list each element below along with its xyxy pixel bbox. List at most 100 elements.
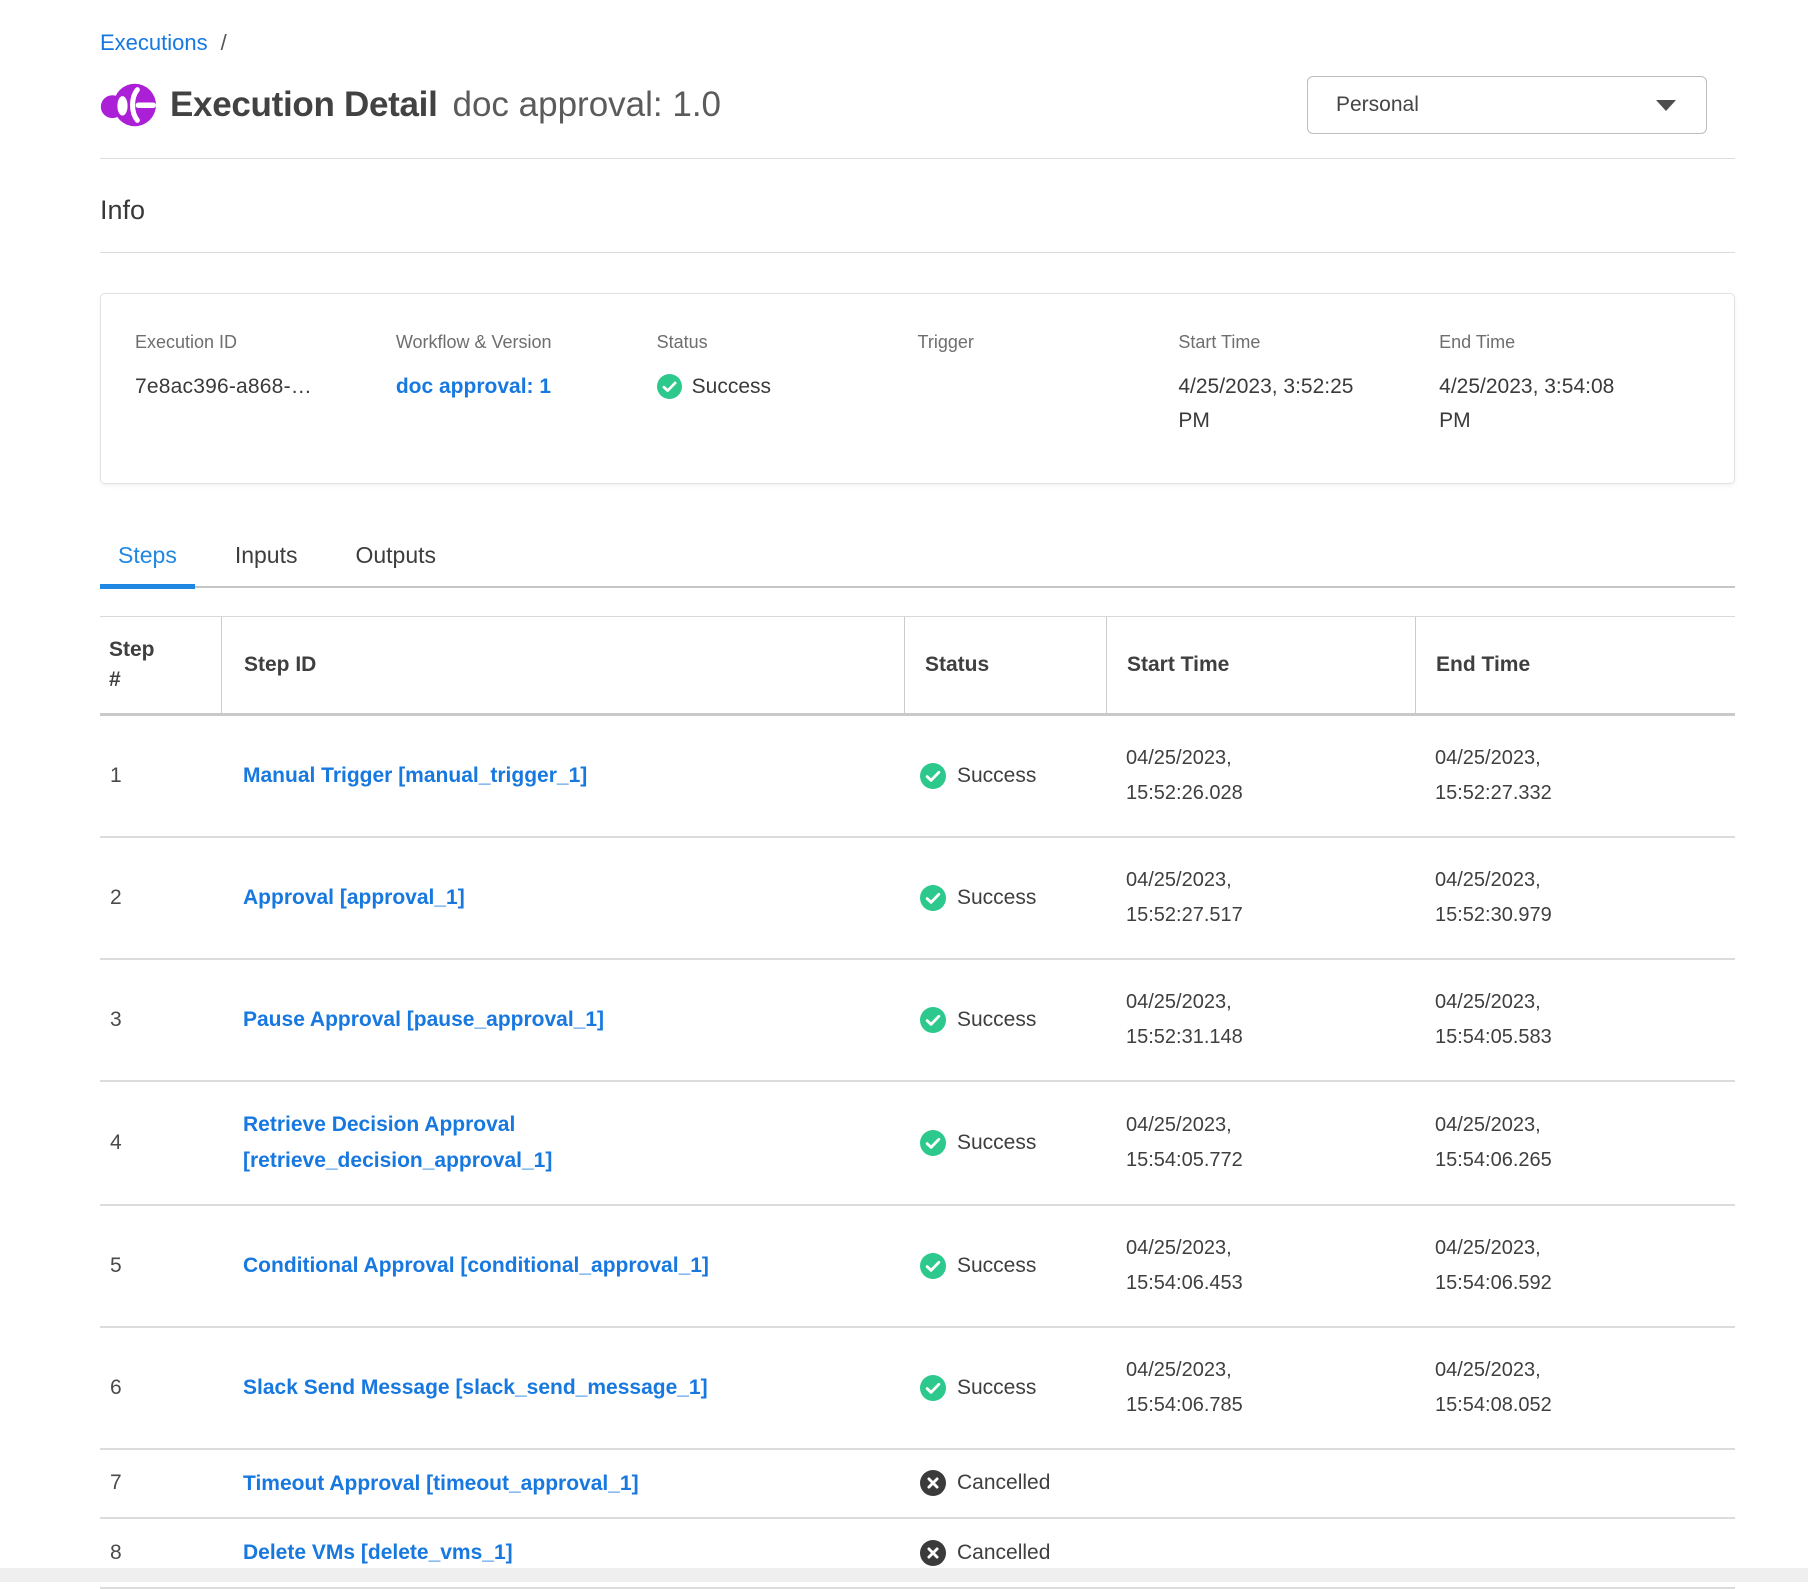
step-link[interactable]: Approval [approval_1] (243, 886, 465, 909)
breadcrumb-executions-link[interactable]: Executions (100, 30, 208, 56)
step-link[interactable]: Slack Send Message [slack_send_message_1… (243, 1376, 708, 1399)
check-circle-icon (920, 1007, 946, 1033)
column-header-start-time: Start Time (1106, 617, 1415, 713)
field-label: Start Time (1178, 332, 1439, 353)
field-label: Workflow & Version (396, 332, 657, 353)
table-row: 7 Timeout Approval [timeout_approval_1] … (100, 1450, 1735, 1520)
field-status: Status Success (657, 332, 918, 437)
caret-down-icon (1656, 100, 1676, 111)
x-circle-icon (920, 1540, 946, 1566)
table-row: 2 Approval [approval_1] Success 04/25/20… (100, 838, 1735, 960)
field-end-time: End Time 4/25/2023, 3:54:08 PM (1439, 332, 1700, 437)
field-workflow-version: Workflow & Version doc approval: 1 (396, 332, 657, 437)
workspace-dropdown-value: Personal (1336, 93, 1419, 117)
step-link[interactable]: Manual Trigger [manual_trigger_1] (243, 764, 587, 787)
table-row: 4 Retrieve Decision Approval [retrieve_d… (100, 1082, 1735, 1205)
detail-tabs: Steps Inputs Outputs (100, 542, 1735, 588)
check-circle-icon (920, 763, 946, 789)
step-status-label: Success (957, 764, 1036, 788)
table-row: 6 Slack Send Message [slack_send_message… (100, 1328, 1735, 1450)
step-start-time: 04/25/2023, 15:52:31.148 (1106, 985, 1415, 1055)
column-header-step-id: Step ID (221, 617, 904, 713)
end-time-value: 4/25/2023, 3:54:08 PM (1439, 370, 1644, 437)
x-circle-icon (920, 1470, 946, 1496)
info-card: Execution ID 7e8ac396-a868-… Workflow & … (100, 293, 1735, 484)
table-row: 3 Pause Approval [pause_approval_1] Succ… (100, 960, 1735, 1082)
execution-detail-page: Executions / Execution Detail doc approv… (0, 0, 1808, 1589)
step-number: 5 (100, 1254, 221, 1278)
step-status-label: Cancelled (957, 1541, 1050, 1565)
workflow-logo-icon (100, 80, 156, 130)
step-link[interactable]: Conditional Approval [conditional_approv… (243, 1254, 709, 1277)
step-status: Success (904, 763, 1106, 789)
field-label: Execution ID (135, 332, 396, 353)
tab-steps[interactable]: Steps (100, 542, 195, 586)
check-circle-icon (920, 1253, 946, 1279)
workspace-dropdown[interactable]: Personal (1307, 76, 1707, 134)
field-execution-id: Execution ID 7e8ac396-a868-… (135, 332, 396, 437)
tab-outputs[interactable]: Outputs (337, 542, 454, 586)
step-start-time: 04/25/2023, 15:54:06.785 (1106, 1353, 1415, 1423)
step-number: 1 (100, 764, 221, 788)
workflow-version-link[interactable]: doc approval: 1 (396, 370, 551, 404)
step-status-label: Success (957, 1254, 1036, 1278)
step-start-time: 04/25/2023, 15:52:26.028 (1106, 741, 1415, 811)
field-start-time: Start Time 4/25/2023, 3:52:25 PM (1178, 332, 1439, 437)
check-circle-icon (920, 885, 946, 911)
check-circle-icon (657, 374, 682, 399)
step-status-label: Success (957, 886, 1036, 910)
page-title: Execution Detail (170, 85, 438, 125)
field-trigger: Trigger (918, 332, 1179, 437)
check-circle-icon (920, 1375, 946, 1401)
page-bottom-strip (0, 1568, 1808, 1582)
page-header: Execution Detail doc approval: 1.0 Perso… (100, 76, 1735, 134)
step-number: 2 (100, 886, 221, 910)
execution-id-value: 7e8ac396-a868-… (135, 370, 396, 404)
step-status: Success (904, 1007, 1106, 1033)
step-end-time: 04/25/2023, 15:54:06.265 (1415, 1108, 1735, 1178)
step-start-time: 04/25/2023, 15:54:05.772 (1106, 1108, 1415, 1178)
step-end-time: 04/25/2023, 15:54:06.592 (1415, 1231, 1735, 1301)
breadcrumb: Executions / (100, 30, 1735, 56)
step-number: 8 (100, 1541, 221, 1565)
step-number: 6 (100, 1376, 221, 1400)
step-link[interactable]: Retrieve Decision Approval [retrieve_dec… (243, 1107, 723, 1178)
step-link[interactable]: Pause Approval [pause_approval_1] (243, 1008, 604, 1031)
step-link[interactable]: Timeout Approval [timeout_approval_1] (243, 1472, 639, 1495)
step-number: 7 (100, 1471, 221, 1495)
page-subtitle: doc approval: 1.0 (453, 85, 722, 125)
step-status-label: Success (957, 1131, 1036, 1155)
column-header-end-time: End Time (1415, 617, 1735, 713)
step-end-time: 04/25/2023, 15:54:05.583 (1415, 985, 1735, 1055)
step-status: Cancelled (904, 1470, 1106, 1496)
step-start-time: 04/25/2023, 15:54:06.453 (1106, 1231, 1415, 1301)
execution-status-label: Success (692, 370, 771, 404)
step-start-time: 04/25/2023, 15:52:27.517 (1106, 863, 1415, 933)
step-status-label: Cancelled (957, 1471, 1050, 1495)
field-label: Status (657, 332, 918, 353)
step-status: Success (904, 885, 1106, 911)
step-status: Success (904, 1130, 1106, 1156)
step-status-label: Success (957, 1008, 1036, 1032)
table-header-row: Step # Step ID Status Start Time End Tim… (100, 616, 1735, 716)
step-end-time: 04/25/2023, 15:52:30.979 (1415, 863, 1735, 933)
column-header-status: Status (904, 617, 1106, 713)
step-number: 3 (100, 1008, 221, 1032)
step-end-time: 04/25/2023, 15:52:27.332 (1415, 741, 1735, 811)
check-circle-icon (920, 1130, 946, 1156)
column-header-step-num: Step # (100, 617, 221, 713)
field-label: End Time (1439, 332, 1700, 353)
step-end-time: 04/25/2023, 15:54:08.052 (1415, 1353, 1735, 1423)
start-time-value: 4/25/2023, 3:52:25 PM (1178, 370, 1383, 437)
header-divider (100, 158, 1735, 159)
info-divider (100, 252, 1735, 253)
step-number: 4 (100, 1131, 221, 1155)
steps-table: Step # Step ID Status Start Time End Tim… (100, 616, 1735, 1589)
tab-inputs[interactable]: Inputs (217, 542, 316, 586)
step-status: Success (904, 1375, 1106, 1401)
step-link[interactable]: Delete VMs [delete_vms_1] (243, 1541, 513, 1564)
step-status-label: Success (957, 1376, 1036, 1400)
field-label: Trigger (918, 332, 1179, 353)
step-status: Success (904, 1253, 1106, 1279)
table-row: 5 Conditional Approval [conditional_appr… (100, 1206, 1735, 1328)
